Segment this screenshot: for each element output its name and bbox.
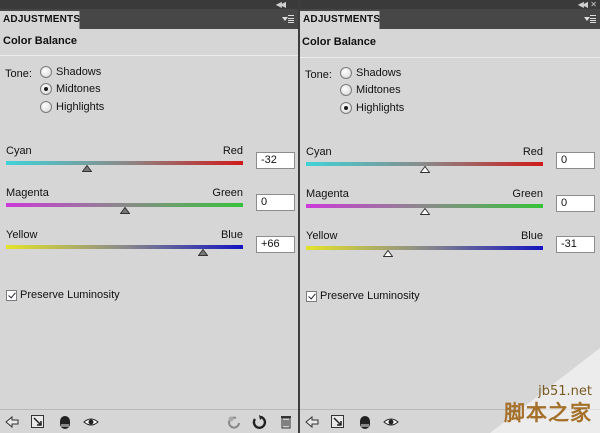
slider-magenta-green[interactable]: Magenta Green bbox=[306, 188, 543, 224]
close-icon[interactable]: ✕ bbox=[590, 0, 597, 9]
slider-cyan-red[interactable]: Cyan Red bbox=[306, 146, 543, 182]
slider-thumb[interactable] bbox=[197, 249, 208, 256]
layer-mask-icon[interactable] bbox=[57, 414, 73, 430]
slider-left-label: Yellow bbox=[6, 229, 38, 241]
radio-shadows[interactable]: Shadows bbox=[40, 65, 101, 79]
panel-menu-icon[interactable] bbox=[584, 14, 596, 24]
radio-circle bbox=[40, 83, 52, 95]
panel-top-strip: ◀◀ ✕ bbox=[300, 0, 600, 9]
adjustments-panel-right: ◀◀ ✕ ADJUSTMENTS Color Balance Tone: Sha… bbox=[300, 0, 600, 433]
value-field-cyan-red[interactable]: 0 bbox=[556, 152, 595, 169]
eye-icon[interactable] bbox=[383, 414, 399, 430]
tab-adjustments[interactable]: ADJUSTMENTS bbox=[300, 11, 380, 29]
checkbox-label: Preserve Luminosity bbox=[320, 290, 420, 302]
layer-mask-icon[interactable] bbox=[357, 414, 373, 430]
radio-midtones[interactable]: Midtones bbox=[40, 82, 101, 96]
slider-thumb[interactable] bbox=[81, 165, 92, 172]
radio-label: Shadows bbox=[56, 66, 102, 78]
collapse-icon[interactable]: ◀◀ bbox=[578, 0, 588, 9]
slider-cyan-red[interactable]: Cyan Red bbox=[6, 145, 243, 181]
value-field-cyan-red[interactable]: -32 bbox=[256, 152, 295, 169]
radio-shadows[interactable]: Shadows bbox=[340, 66, 401, 80]
slider-thumb[interactable] bbox=[419, 208, 430, 215]
radio-label: Shadows bbox=[356, 67, 402, 79]
slider-track[interactable] bbox=[6, 161, 243, 165]
tab-adjustments[interactable]: ADJUSTMENTS bbox=[0, 11, 80, 29]
slider-yellow-blue[interactable]: Yellow Blue bbox=[306, 230, 543, 266]
panel-bottom-toolbar bbox=[300, 409, 600, 433]
radio-label: Midtones bbox=[56, 83, 101, 95]
slider-left-label: Magenta bbox=[306, 188, 349, 200]
watermark-site: jb51.net bbox=[538, 384, 592, 399]
slider-right-label: Red bbox=[522, 146, 543, 158]
collapse-icon[interactable]: ◀◀ bbox=[276, 0, 286, 9]
slider-right-label: Blue bbox=[220, 229, 243, 241]
slider-right-label: Blue bbox=[520, 230, 543, 242]
radio-highlights[interactable]: Highlights bbox=[340, 101, 404, 115]
panel-bottom-toolbar bbox=[0, 409, 298, 433]
slider-left-label: Magenta bbox=[6, 187, 49, 199]
radio-label: Highlights bbox=[356, 102, 405, 114]
panel-tab-bar: ADJUSTMENTS bbox=[0, 9, 298, 29]
back-arrow-icon[interactable] bbox=[304, 414, 320, 430]
slider-right-label: Red bbox=[222, 145, 243, 157]
radio-circle bbox=[340, 67, 352, 79]
previous-state-icon[interactable] bbox=[226, 414, 242, 430]
radio-circle bbox=[40, 101, 52, 113]
slider-left-label: Cyan bbox=[306, 146, 332, 158]
adjustments-panel-left: ◀◀ ADJUSTMENTS Color Balance Tone: Shado… bbox=[0, 0, 298, 433]
eye-icon[interactable] bbox=[83, 414, 99, 430]
title-divider bbox=[0, 55, 298, 56]
slider-left-label: Yellow bbox=[306, 230, 338, 242]
radio-label: Midtones bbox=[356, 84, 401, 96]
slider-thumb[interactable] bbox=[119, 207, 130, 214]
checkbox-label: Preserve Luminosity bbox=[20, 289, 120, 301]
trash-icon[interactable] bbox=[278, 414, 294, 430]
panel-title: Color Balance bbox=[3, 35, 77, 47]
radio-circle bbox=[340, 102, 352, 114]
value-field-yellow-blue[interactable]: +66 bbox=[256, 236, 295, 253]
checkbox-box[interactable] bbox=[306, 290, 317, 302]
reset-icon[interactable] bbox=[251, 414, 267, 430]
slider-right-label: Green bbox=[512, 188, 543, 200]
slider-yellow-blue[interactable]: Yellow Blue bbox=[6, 229, 243, 265]
panel-tab-bar: ADJUSTMENTS bbox=[300, 9, 600, 29]
title-divider bbox=[300, 57, 600, 58]
clip-to-layer-icon[interactable] bbox=[330, 414, 346, 430]
slider-magenta-green[interactable]: Magenta Green bbox=[6, 187, 243, 223]
preserve-luminosity-checkbox[interactable]: Preserve Luminosity bbox=[6, 289, 120, 301]
slider-right-label: Green bbox=[212, 187, 243, 199]
radio-label: Highlights bbox=[56, 101, 105, 113]
slider-left-label: Cyan bbox=[6, 145, 32, 157]
value-field-magenta-green[interactable]: 0 bbox=[556, 195, 595, 212]
tone-label: Tone: bbox=[305, 69, 332, 81]
radio-highlights[interactable]: Highlights bbox=[40, 100, 104, 114]
clip-to-layer-icon[interactable] bbox=[30, 414, 46, 430]
checkbox-box[interactable] bbox=[6, 289, 17, 301]
back-arrow-icon[interactable] bbox=[4, 414, 20, 430]
value-field-yellow-blue[interactable]: -31 bbox=[556, 236, 595, 253]
radio-circle bbox=[40, 66, 52, 78]
slider-thumb[interactable] bbox=[419, 166, 430, 173]
preserve-luminosity-checkbox[interactable]: Preserve Luminosity bbox=[306, 290, 420, 302]
panel-menu-icon[interactable] bbox=[282, 14, 294, 24]
radio-circle bbox=[340, 84, 352, 96]
value-field-magenta-green[interactable]: 0 bbox=[256, 194, 295, 211]
slider-track[interactable] bbox=[306, 246, 543, 250]
tone-label: Tone: bbox=[5, 68, 32, 80]
panel-top-strip: ◀◀ bbox=[0, 0, 298, 9]
radio-midtones[interactable]: Midtones bbox=[340, 83, 401, 97]
panel-title: Color Balance bbox=[302, 36, 376, 48]
slider-thumb[interactable] bbox=[382, 250, 393, 257]
